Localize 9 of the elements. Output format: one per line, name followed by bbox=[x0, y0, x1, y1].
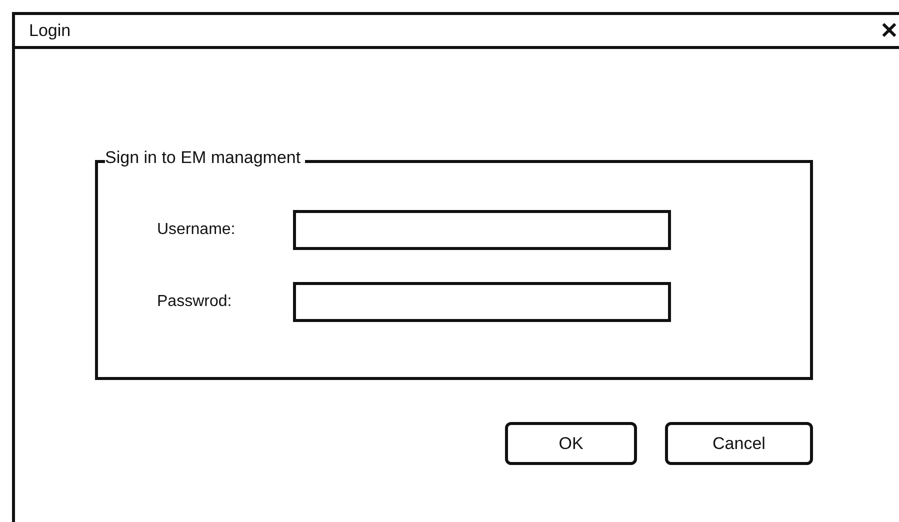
input-field[interactable] bbox=[293, 210, 671, 250]
input-field[interactable] bbox=[293, 282, 671, 322]
cancel-button[interactable]: Cancel bbox=[665, 422, 813, 465]
close-button[interactable]: ✕ bbox=[878, 20, 899, 42]
ok-button[interactable]: OK bbox=[505, 422, 637, 465]
group-title: Sign in to EM managment bbox=[105, 148, 305, 168]
field-label: Passwrod: bbox=[157, 292, 233, 312]
window-title: Login bbox=[29, 20, 71, 42]
field-label: Username: bbox=[157, 220, 236, 240]
